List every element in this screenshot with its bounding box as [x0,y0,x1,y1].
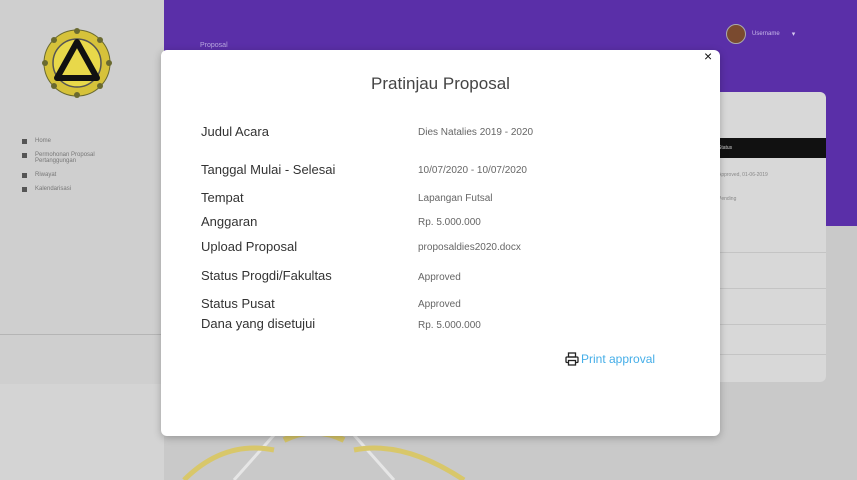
calendar-icon [22,187,27,192]
home-icon [22,139,27,144]
table-cell: Approved, 01-06-2019 [718,172,768,178]
field-label-status-progdi: Status Progdi/Fakultas [201,268,332,283]
print-approval-label: Print approval [581,352,656,366]
field-value-anggaran: Rp. 5.000.000 [418,217,481,228]
field-label-tanggal: Tanggal Mulai - Selesai [201,162,336,177]
field-label-dana: Dana yang disetujui [201,316,316,331]
proposal-preview-modal: × Pratinjau Proposal Judul Acara Dies Na… [161,48,720,436]
field-label-judul: Judul Acara [201,124,269,139]
user-name: Username [752,31,780,37]
field-value-status-pusat: Approved [418,299,461,310]
chevron-down-icon[interactable]: ▾ [792,30,796,38]
print-approval-link[interactable]: Print approval [565,352,655,366]
sidebar-footer [0,384,164,480]
field-label-status-pusat: Status Pusat [201,296,275,311]
sidebar-divider [0,334,164,335]
page-title: Proposal [200,42,228,49]
field-value-upload: proposaldies2020.docx [418,242,521,253]
modal-title: Pratinjau Proposal [371,74,510,93]
university-logo [42,28,112,98]
sidebar-item-home[interactable]: Home [22,138,152,144]
sidebar-item-label: Kalendarisasi [35,186,72,192]
field-value-status-progdi: Approved [418,272,461,283]
printer-icon [565,352,579,366]
close-icon[interactable]: × [704,48,712,64]
user-avatar [726,24,746,44]
table-cell: Pending [718,196,737,202]
field-value-dana: Rp. 5.000.000 [418,320,481,331]
field-value-tanggal: 10/07/2020 - 10/07/2020 [418,165,527,176]
field-label-anggaran: Anggaran [201,214,258,229]
sidebar: Home Permohonan Proposal Pertanggungan R… [0,0,164,384]
field-value-judul: Dies Natalies 2019 - 2020 [418,127,534,138]
document-icon [22,153,27,158]
sidebar-item-permohonan[interactable]: Permohonan Proposal Pertanggungan [22,152,152,164]
sidebar-item-kalendarisasi[interactable]: Kalendarisasi [22,186,152,192]
field-label-tempat: Tempat [201,190,244,205]
field-label-upload: Upload Proposal [201,239,298,254]
field-value-tempat: Lapangan Futsal [418,193,493,204]
sidebar-item-riwayat[interactable]: Riwayat [22,172,152,178]
sidebar-nav: Home Permohonan Proposal Pertanggungan R… [22,138,152,200]
user-menu[interactable]: Username ▾ [726,24,795,44]
sidebar-item-label: Riwayat [35,172,57,178]
sidebar-item-label: Home [35,138,52,144]
history-icon [22,173,27,178]
sidebar-item-label: Permohonan Proposal Pertanggungan [35,152,95,164]
